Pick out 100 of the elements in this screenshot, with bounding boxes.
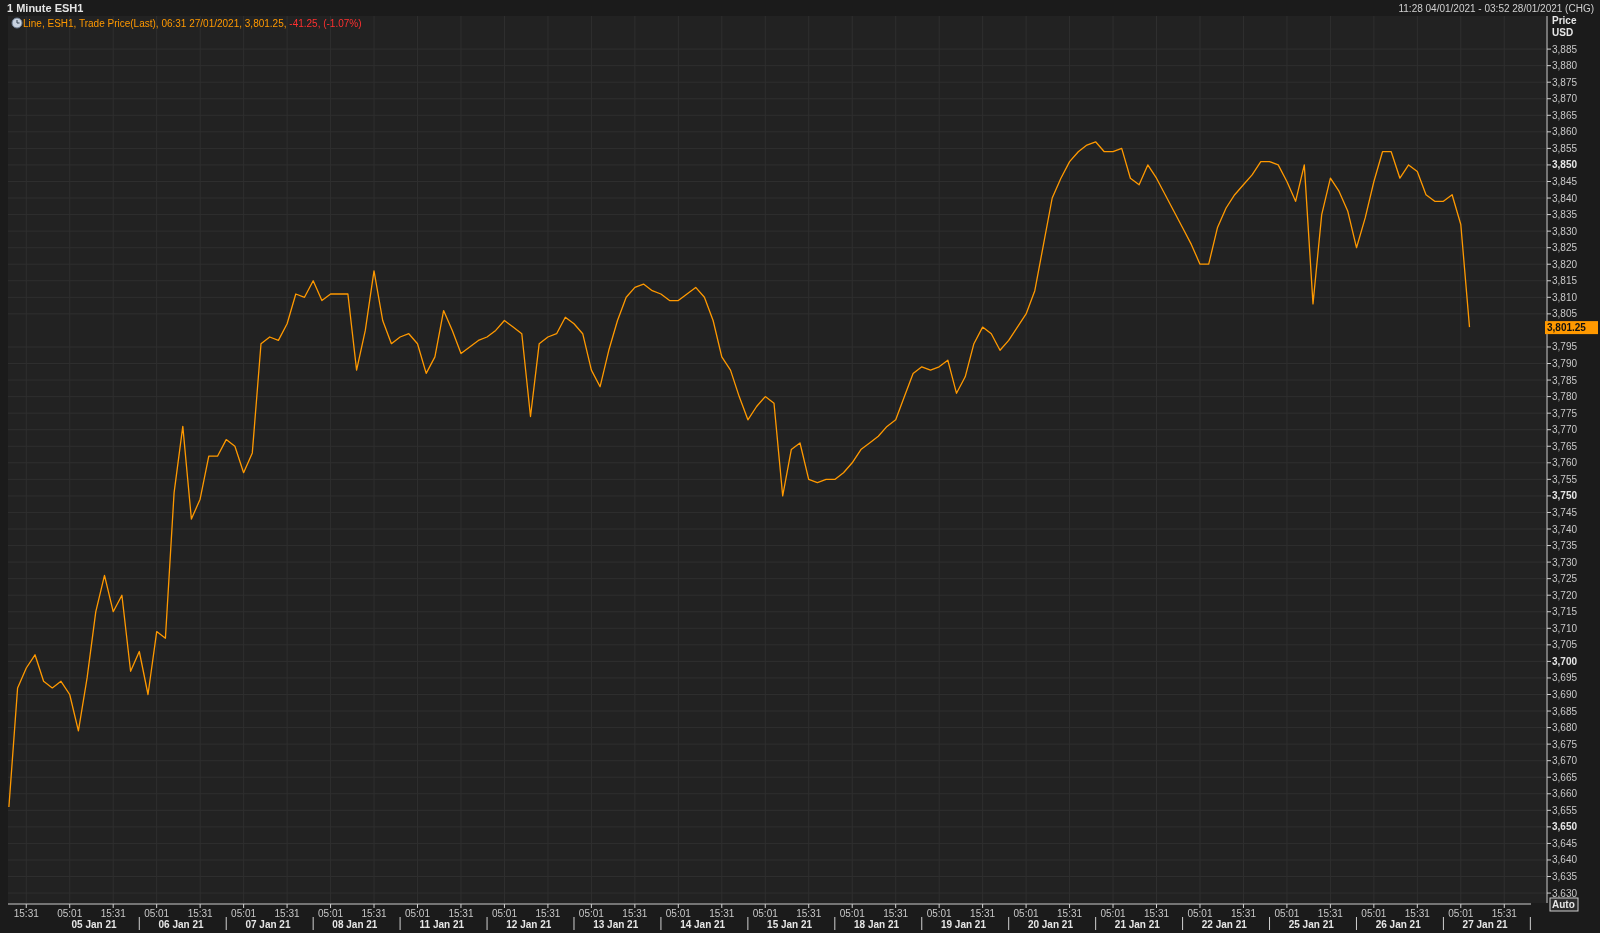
- x-tick-label: 15:31: [448, 908, 474, 919]
- y-tick-label: 3,710: [1552, 622, 1578, 634]
- y-tick-label: 3,810: [1552, 291, 1578, 303]
- date-label: 11 Jan 21: [419, 919, 465, 930]
- y-tick-label: 3,730: [1552, 556, 1578, 568]
- date-label: 05 Jan 21: [71, 919, 117, 930]
- date-label: 19 Jan 21: [940, 919, 986, 930]
- x-tick-label: 15:31: [361, 908, 387, 919]
- y-tick-label: 3,685: [1552, 705, 1578, 717]
- y-tick-label: 3,820: [1552, 258, 1578, 270]
- x-tick-label: 15:31: [13, 908, 39, 919]
- y-tick-label: 3,770: [1552, 424, 1578, 436]
- y-tick-label: 3,695: [1552, 672, 1578, 684]
- y-tick-label: 3,750: [1552, 490, 1578, 502]
- date-label: 12 Jan 21: [506, 919, 552, 930]
- x-tick-label: 05:01: [1448, 908, 1474, 919]
- y-tick-label: 3,840: [1552, 192, 1578, 204]
- y-tick-label: 3,760: [1552, 457, 1578, 469]
- y-tick-label: 3,880: [1552, 60, 1578, 72]
- window-title: 1 Minute ESH1: [7, 2, 84, 14]
- x-tick-label: 15:31: [622, 908, 648, 919]
- y-tick-label: 3,665: [1552, 771, 1578, 783]
- y-tick-label: 3,700: [1552, 655, 1578, 667]
- x-tick-label: 05:01: [578, 908, 604, 919]
- date-label: 13 Jan 21: [593, 919, 639, 930]
- y-tick-label: 3,830: [1552, 225, 1578, 237]
- x-tick-label: 05:01: [1100, 908, 1126, 919]
- y-tick-label: 3,825: [1552, 242, 1578, 254]
- y-tick-label: 3,715: [1552, 606, 1578, 618]
- y-tick-label: 3,780: [1552, 391, 1578, 403]
- date-label: 26 Jan 21: [1375, 919, 1421, 930]
- y-tick-label: 3,705: [1552, 639, 1578, 651]
- y-tick-label: 3,860: [1552, 126, 1578, 138]
- x-tick-label: 15:31: [100, 908, 126, 919]
- date-label: 22 Jan 21: [1201, 919, 1247, 930]
- x-tick-label: 15:31: [187, 908, 213, 919]
- y-tick-label: 3,795: [1552, 341, 1578, 353]
- x-tick-label: 15:31: [1230, 908, 1256, 919]
- y-tick-label: 3,870: [1552, 93, 1578, 105]
- y-tick-label: 3,640: [1552, 854, 1578, 866]
- y-tick-label: 3,815: [1552, 275, 1578, 287]
- date-label: 14 Jan 21: [680, 919, 726, 930]
- y-tick-label: 3,755: [1552, 473, 1578, 485]
- date-range: 11:28 04/01/2021 - 03:52 28/01/2021 (CHG): [1398, 2, 1594, 14]
- x-tick-label: 05:01: [231, 908, 257, 919]
- y-tick-label: 3,745: [1552, 506, 1578, 518]
- date-label: 25 Jan 21: [1288, 919, 1334, 930]
- x-tick-label: 05:01: [839, 908, 865, 919]
- date-label: 21 Jan 21: [1114, 919, 1160, 930]
- x-tick-label: 15:31: [1144, 908, 1169, 919]
- date-label: 20 Jan 21: [1027, 919, 1073, 930]
- date-label: 27 Jan 21: [1462, 919, 1508, 930]
- y-tick-label: 3,690: [1552, 689, 1578, 700]
- y-tick-label: 3,790: [1552, 358, 1578, 369]
- legend-text: Line, ESH1, Trade Price(Last), 06:31 27/01/2021, 3,801.25, -41.25, (-1.07%): [23, 18, 362, 29]
- date-label: 15 Jan 21: [767, 919, 813, 930]
- x-tick-label: 15:31: [709, 908, 735, 919]
- y-tick-label: 3,720: [1552, 589, 1578, 601]
- y-tick-label: 3,785: [1552, 374, 1578, 386]
- x-tick-label: 05:01: [752, 908, 778, 919]
- x-tick-label: 05:01: [1274, 908, 1300, 919]
- date-label: 08 Jan 21: [332, 919, 378, 930]
- x-tick-label: 15:31: [1317, 908, 1343, 919]
- x-tick-label: 05:01: [318, 908, 344, 919]
- x-tick-label: 15:31: [796, 908, 822, 919]
- date-label: 06 Jan 21: [158, 919, 204, 930]
- axis-unit: USD: [1552, 27, 1574, 38]
- x-tick-label: 05:01: [1013, 908, 1039, 919]
- x-tick-label: 05:01: [1187, 908, 1213, 919]
- y-tick-label: 3,775: [1552, 407, 1578, 419]
- x-tick-label: 15:31: [1491, 908, 1517, 919]
- date-label: 18 Jan 21: [854, 919, 900, 930]
- y-tick-label: 3,655: [1552, 804, 1578, 816]
- x-tick-label: 05:01: [491, 908, 517, 919]
- y-tick-label: 3,725: [1552, 573, 1578, 585]
- y-tick-label: 3,845: [1552, 176, 1578, 187]
- x-tick-label: 15:31: [1057, 908, 1083, 919]
- auto-button[interactable]: Auto: [1549, 897, 1579, 912]
- x-tick-label: 05:01: [57, 908, 83, 919]
- x-tick-label: 15:31: [274, 908, 300, 919]
- y-tick-label: 3,835: [1552, 209, 1578, 221]
- x-tick-label: 05:01: [405, 908, 430, 919]
- y-tick-label: 3,855: [1552, 142, 1578, 154]
- y-tick-label: 3,680: [1552, 722, 1578, 734]
- y-tick-label: 3,675: [1552, 738, 1578, 750]
- x-tick-label: 05:01: [665, 908, 691, 919]
- y-tick-label: 3,805: [1552, 308, 1578, 320]
- x-tick-label: 15:31: [883, 908, 909, 919]
- x-tick-label: 15:31: [970, 908, 996, 919]
- y-tick-label: 3,765: [1552, 440, 1578, 452]
- date-label: 07 Jan 21: [245, 919, 291, 930]
- y-tick-label: 3,645: [1552, 837, 1578, 849]
- y-tick-label: 3,885: [1552, 43, 1578, 55]
- x-tick-label: 05:01: [926, 908, 952, 919]
- y-tick-label: 3,865: [1552, 109, 1578, 121]
- y-tick-label: 3,875: [1552, 76, 1578, 88]
- y-tick-label: 3,630: [1552, 887, 1578, 899]
- y-tick-label: 3,740: [1552, 523, 1578, 535]
- y-tick-label: 3,635: [1552, 871, 1578, 882]
- y-tick-label: 3,650: [1552, 821, 1578, 833]
